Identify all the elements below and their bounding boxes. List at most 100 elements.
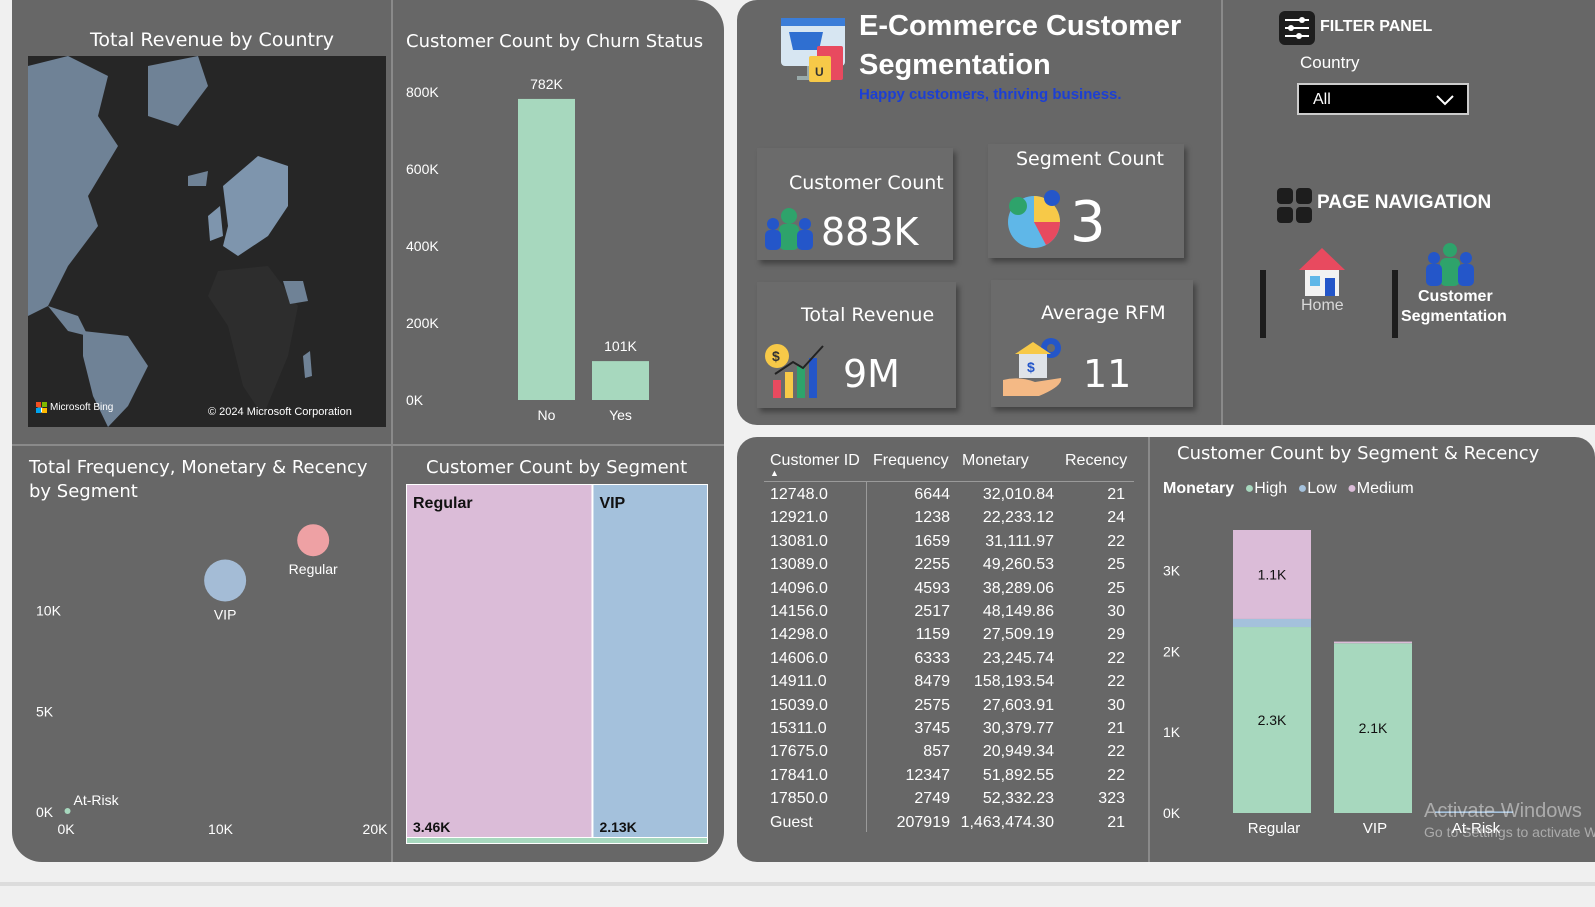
table-cell: 14911.0 <box>770 673 827 691</box>
kpi-total-revenue[interactable]: Total Revenue $ 9M <box>757 282 956 408</box>
table-cell: Guest <box>770 813 813 831</box>
bottom-scrollbar[interactable] <box>0 882 1595 886</box>
legend-item-medium[interactable]: ●Medium <box>1347 480 1414 497</box>
segment-scatter-chart[interactable]: 0K 5K 10K 0K 10K 20K Regular VIP At-Risk <box>20 500 390 845</box>
churn-y-tick: 400K <box>406 238 439 254</box>
table-cell: 8479 <box>914 673 950 691</box>
dashboard-title-line2: Segmentation <box>859 49 1051 81</box>
revenue-map[interactable]: ■ Microsoft Bing © 2024 Microsoft Corpor… <box>28 56 386 427</box>
table-row[interactable]: 14298.0 1159 27,509.19 29 <box>760 626 1140 648</box>
left-horizontal-divider <box>12 444 724 446</box>
table-cell: 12921.0 <box>770 509 828 527</box>
table-cell: 14606.0 <box>770 649 828 667</box>
kpi-customer-count[interactable]: Customer Count 883K <box>757 148 953 260</box>
map-title: Total Revenue by Country <box>90 29 335 51</box>
table-row[interactable]: 14156.0 2517 48,149.86 30 <box>760 603 1140 625</box>
churn-bar-chart[interactable]: 0K 200K 400K 600K 800K 782K No 101K Yes <box>400 62 716 422</box>
scatter-point-regular[interactable] <box>297 524 330 557</box>
scatter-point-at-risk[interactable] <box>64 807 71 814</box>
churn-chart-title: Customer Count by Churn Status <box>406 31 704 52</box>
table-cell: 2517 <box>914 603 950 620</box>
table-row[interactable]: 17675.0 857 20,949.34 22 <box>760 743 1140 765</box>
churn-y-tick: 0K <box>406 392 424 408</box>
churn-bar-yes[interactable] <box>592 361 649 400</box>
page-navigation-heading: PAGE NAVIGATION <box>1317 192 1492 213</box>
house-icon <box>1299 248 1345 296</box>
table-row[interactable]: 15039.0 2575 27,603.91 30 <box>760 697 1140 719</box>
stacked-x-tick: VIP <box>1363 820 1387 837</box>
table-row[interactable]: 13089.0 2255 49,260.53 25 <box>760 556 1140 578</box>
scatter-point-vip[interactable] <box>204 559 247 602</box>
table-row[interactable]: 15311.0 3745 30,379.77 21 <box>760 720 1140 742</box>
stacked-bar-regular-low[interactable] <box>1233 618 1311 628</box>
stacked-chart-title: Customer Count by Segment & Recency <box>1177 443 1540 464</box>
col-frequency[interactable]: Frequency <box>873 452 949 470</box>
treemap-tile-regular[interactable] <box>407 485 592 837</box>
segment-recency-stacked-chart[interactable]: 0K1K2K3K2.3K1.1KRegular2.1KVIP At-Risk <box>1155 510 1585 850</box>
people-group-icon <box>765 208 813 250</box>
filter-sliders-icon <box>1279 11 1315 45</box>
churn-x-tick: No <box>538 407 556 422</box>
scatter-x-tick: 10K <box>208 821 234 837</box>
table-row[interactable]: Guest 207919 1,463,474.30 21 <box>760 814 1140 836</box>
col-monetary[interactable]: Monetary <box>962 452 1029 470</box>
segment-treemap[interactable]: Regular VIP 3.46K 2.13K <box>406 484 710 846</box>
table-cell: 6333 <box>914 649 950 667</box>
table-cell: 12347 <box>905 766 951 784</box>
kpi-average-rfm[interactable]: Average RFM $ 11 <box>991 280 1193 407</box>
table-cell: 17850.0 <box>770 790 828 808</box>
treemap-category-label: VIP <box>599 495 625 512</box>
table-row[interactable]: 13081.0 1659 31,111.97 22 <box>760 533 1140 555</box>
treemap-tile-at-risk[interactable] <box>407 838 707 843</box>
country-filter-dropdown[interactable]: All <box>1297 83 1469 115</box>
table-cell: 13081.0 <box>770 532 828 550</box>
table-cell: 24 <box>1107 509 1125 527</box>
churn-bar-no[interactable] <box>518 98 575 401</box>
table-cell: 13089.0 <box>770 556 828 574</box>
table-cell: 2749 <box>914 790 950 808</box>
table-cell: 30 <box>1107 603 1125 620</box>
table-row[interactable]: 12921.0 1238 22,233.12 24 <box>760 509 1140 531</box>
scatter-point-label: VIP <box>214 606 237 622</box>
kpi-segment-count-value: 3 <box>1070 190 1106 255</box>
table-cell: 48,149.86 <box>982 603 1054 620</box>
stacked-bar-vip-medium[interactable] <box>1334 641 1412 644</box>
treemap-tile-vip[interactable] <box>593 485 707 837</box>
customer-table[interactable]: Customer ID Frequency Monetary Recency ▲… <box>760 448 1140 848</box>
kpi-customer-count-label: Customer Count <box>789 172 944 194</box>
col-recency[interactable]: Recency <box>1065 452 1127 470</box>
table-cell: 17841.0 <box>770 766 828 784</box>
table-row[interactable]: 14096.0 4593 38,289.06 25 <box>760 580 1140 602</box>
table-row[interactable]: 14606.0 6333 23,245.74 22 <box>760 650 1140 672</box>
table-cell: 21 <box>1107 486 1125 503</box>
stacked-y-tick: 2K <box>1163 643 1181 659</box>
table-cell: 158,193.54 <box>973 673 1054 691</box>
table-row[interactable]: 12748.0 6644 32,010.84 21 <box>760 486 1140 508</box>
scatter-title-line2: by Segment <box>29 481 138 502</box>
scatter-point-label: At-Risk <box>74 792 120 808</box>
table-cell: 14096.0 <box>770 579 828 597</box>
svg-text:$: $ <box>772 348 780 364</box>
customer-group-icon <box>1426 243 1474 286</box>
stacked-y-tick: 3K <box>1163 562 1181 578</box>
table-cell: 22 <box>1107 649 1125 667</box>
table-cell: 207919 <box>896 813 950 831</box>
nav-button-customer-segmentation[interactable]: Customer Segmentation <box>1400 240 1515 330</box>
table-cell: 3745 <box>914 720 950 737</box>
svg-text:$: $ <box>1027 359 1035 375</box>
table-cell: 22 <box>1107 766 1125 784</box>
table-cell: 857 <box>923 743 950 761</box>
table-header-rule <box>764 481 1134 482</box>
table-row[interactable]: 17841.0 12347 51,892.55 22 <box>760 767 1140 789</box>
col-customer-id[interactable]: Customer ID <box>770 452 860 470</box>
legend-item-low[interactable]: ●Low <box>1298 480 1337 497</box>
table-row[interactable]: 17850.0 2749 52,332.23 323 <box>760 790 1140 812</box>
kpi-segment-count[interactable]: Segment Count 3 <box>988 144 1184 258</box>
legend-item-high[interactable]: ●High <box>1245 480 1288 497</box>
table-cell: 23,245.74 <box>982 649 1054 667</box>
nav-button-home[interactable]: Home <box>1285 244 1361 320</box>
table-row[interactable]: 14911.0 8479 158,193.54 22 <box>760 673 1140 695</box>
scatter-point-label: Regular <box>289 561 338 577</box>
country-filter-label: Country <box>1300 53 1360 72</box>
scatter-y-tick: 10K <box>36 603 62 619</box>
